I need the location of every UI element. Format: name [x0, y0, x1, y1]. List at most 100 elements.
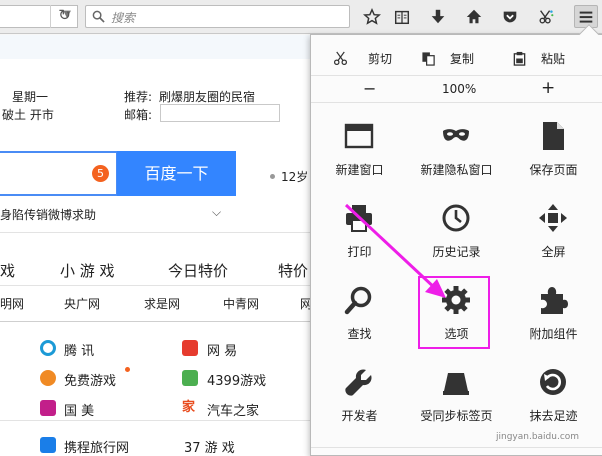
print-button[interactable]: 打印: [311, 195, 408, 275]
tencent-icon: [40, 340, 56, 356]
search-placeholder: 搜索: [111, 11, 136, 25]
link-gome[interactable]: 国 美: [64, 400, 94, 419]
search-icon: [92, 10, 105, 23]
copy-label: 复制: [450, 51, 475, 66]
zoom-in-button[interactable]: +: [541, 78, 555, 98]
reading-list-icon[interactable]: [390, 5, 414, 28]
divider: [0, 285, 310, 286]
save-page-icon: [543, 122, 564, 150]
notification-badge: 5: [92, 165, 109, 182]
link-ctrip[interactable]: 携程旅行网: [64, 437, 129, 456]
recommend-link[interactable]: 刷爆朋友圈的民宿: [159, 88, 255, 105]
save-page-button[interactable]: 保存页面: [505, 113, 602, 193]
date-weekday: 星期一: [12, 90, 49, 104]
edit-controls: 剪切 复制 粘贴: [311, 43, 602, 73]
forget-history-icon: [540, 369, 566, 395]
annotation-highlight-box: [418, 276, 490, 349]
hamburger-menu-icon[interactable]: [574, 5, 598, 28]
screenshot-icon[interactable]: [534, 5, 558, 28]
reload-icon[interactable]: ↻: [50, 5, 78, 28]
new-window-icon: [344, 123, 374, 149]
chevron-down-icon[interactable]: ⌵: [212, 205, 221, 220]
synced-tabs-icon: [443, 373, 469, 395]
autohome-icon: 家: [182, 400, 198, 416]
gome-icon: [40, 400, 56, 416]
save-page-label: 保存页面: [529, 163, 578, 177]
cut-label: 剪切: [368, 51, 393, 66]
paste-icon: [513, 51, 526, 66]
link-netease[interactable]: 网 易: [207, 340, 237, 359]
print-icon: [346, 205, 372, 232]
new-private-window-button[interactable]: 新建隐私窗口: [408, 113, 505, 193]
link-tencent[interactable]: 腾 讯: [64, 340, 94, 359]
synced-tabs-button[interactable]: 受同步标签页: [408, 359, 505, 439]
email-label: 邮箱:: [124, 108, 153, 122]
link-37games[interactable]: 37 游 戏: [184, 437, 235, 456]
history-label: 历史记录: [432, 245, 481, 259]
zoom-out-button[interactable]: −: [363, 79, 376, 98]
developer-label: 开发者: [341, 409, 378, 423]
netease-icon: [182, 340, 198, 356]
fullscreen-label: 全屏: [541, 245, 566, 259]
watermark-text: jingyan.baidu.com: [496, 432, 580, 442]
divider: [0, 321, 310, 322]
paste-label: 粘贴: [541, 51, 566, 66]
link-4399[interactable]: 4399游戏: [207, 370, 266, 389]
fullscreen-button[interactable]: 全屏: [505, 195, 602, 275]
forget-button[interactable]: 抹去足迹: [505, 359, 602, 439]
baidu-search-button[interactable]: 百度一下: [117, 151, 236, 196]
search-input[interactable]: 搜索: [85, 5, 350, 28]
find-label: 查找: [347, 327, 372, 341]
recommend-label: 推荐:: [124, 90, 153, 104]
nav-item-sale[interactable]: 特价: [278, 260, 308, 281]
zoom-reset-button[interactable]: 100%: [442, 82, 476, 96]
developer-button[interactable]: 开发者: [311, 359, 408, 439]
find-icon: [344, 286, 372, 315]
site-link[interactable]: 明网: [0, 295, 24, 312]
cut-icon: [333, 51, 348, 65]
print-label: 打印: [347, 245, 372, 259]
ctrip-icon: [40, 437, 56, 453]
bullet-dot: [270, 174, 275, 179]
almanac-line: 破土 开市: [2, 108, 54, 122]
site-link[interactable]: 央广网: [64, 295, 100, 312]
nav-item-mini-game[interactable]: 小 游 戏: [60, 260, 115, 281]
link-free-games[interactable]: 免费游戏: [64, 370, 116, 389]
private-mask-icon: [443, 129, 469, 141]
site-link[interactable]: 求是网: [144, 295, 180, 312]
fullscreen-icon: [539, 204, 567, 232]
link-autohome[interactable]: 汽车之家: [207, 400, 259, 419]
find-button[interactable]: 查找: [311, 277, 408, 357]
home-icon[interactable]: [462, 5, 486, 28]
divider: [0, 420, 310, 421]
paste-button[interactable]: 粘贴: [512, 43, 565, 73]
browser-toolbar: ▼ ↻ 搜索: [0, 0, 602, 34]
history-button[interactable]: 历史记录: [408, 195, 505, 275]
addons-puzzle-icon: [541, 287, 568, 314]
copy-icon: [422, 51, 435, 66]
game-icon: [40, 370, 56, 386]
new-window-button[interactable]: 新建窗口: [311, 113, 408, 193]
addons-button[interactable]: 附加组件: [505, 277, 602, 357]
panel-divider: [311, 447, 602, 448]
forget-label: 抹去足迹: [529, 409, 578, 423]
download-icon[interactable]: [426, 5, 450, 28]
addons-label: 附加组件: [529, 327, 578, 341]
new-dot: [125, 367, 130, 372]
cut-button[interactable]: 剪切: [333, 43, 392, 73]
bookmark-star-icon[interactable]: [360, 5, 384, 28]
site-link[interactable]: 中青网: [223, 295, 259, 312]
synced-tabs-label: 受同步标签页: [420, 409, 493, 423]
new-private-window-label: 新建隐私窗口: [420, 163, 493, 177]
pocket-icon[interactable]: [498, 5, 522, 28]
email-field[interactable]: [160, 104, 280, 122]
zoom-controls: − 100% +: [311, 75, 602, 103]
copy-button[interactable]: 复制: [421, 43, 474, 73]
nav-item-daily-deal[interactable]: 今日特价: [168, 260, 228, 281]
developer-wrench-icon: [345, 369, 372, 396]
divider: [0, 232, 310, 233]
nav-item-game[interactable]: 戏: [0, 260, 15, 281]
new-window-label: 新建窗口: [335, 163, 384, 177]
hot-news-link[interactable]: 12岁: [281, 168, 308, 185]
hot-search-text[interactable]: 身陷传销微博求助: [0, 206, 96, 223]
